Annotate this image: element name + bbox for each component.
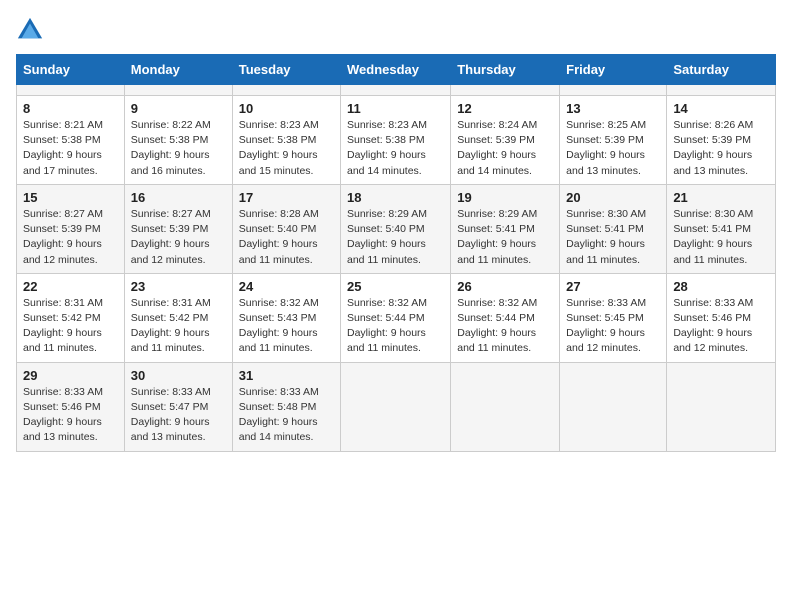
- calendar-cell: 15 Sunrise: 8:27 AMSunset: 5:39 PMDayligh…: [17, 184, 125, 273]
- day-info: Sunrise: 8:32 AMSunset: 5:44 PMDaylight:…: [347, 296, 444, 357]
- day-number: 26: [457, 279, 553, 294]
- calendar-cell: [560, 85, 667, 96]
- day-number: 23: [131, 279, 226, 294]
- day-info: Sunrise: 8:30 AMSunset: 5:41 PMDaylight:…: [673, 207, 769, 268]
- day-number: 15: [23, 190, 118, 205]
- day-info: Sunrise: 8:27 AMSunset: 5:39 PMDaylight:…: [131, 207, 226, 268]
- weekday-header-sunday: Sunday: [17, 55, 125, 85]
- day-info: Sunrise: 8:24 AMSunset: 5:39 PMDaylight:…: [457, 118, 553, 179]
- calendar-cell: 8 Sunrise: 8:21 AMSunset: 5:38 PMDaylight…: [17, 96, 125, 185]
- day-info: Sunrise: 8:21 AMSunset: 5:38 PMDaylight:…: [23, 118, 118, 179]
- day-number: 13: [566, 101, 660, 116]
- calendar-cell: [667, 362, 776, 451]
- calendar-cell: 11 Sunrise: 8:23 AMSunset: 5:38 PMDayligh…: [341, 96, 451, 185]
- calendar-cell: 16 Sunrise: 8:27 AMSunset: 5:39 PMDayligh…: [124, 184, 232, 273]
- day-info: Sunrise: 8:25 AMSunset: 5:39 PMDaylight:…: [566, 118, 660, 179]
- calendar-cell: 29 Sunrise: 8:33 AMSunset: 5:46 PMDayligh…: [17, 362, 125, 451]
- day-info: Sunrise: 8:33 AMSunset: 5:45 PMDaylight:…: [566, 296, 660, 357]
- day-info: Sunrise: 8:30 AMSunset: 5:41 PMDaylight:…: [566, 207, 660, 268]
- calendar-cell: [17, 85, 125, 96]
- day-info: Sunrise: 8:26 AMSunset: 5:39 PMDaylight:…: [673, 118, 769, 179]
- day-number: 31: [239, 368, 334, 383]
- calendar-cell: 25 Sunrise: 8:32 AMSunset: 5:44 PMDayligh…: [341, 273, 451, 362]
- calendar-table: SundayMondayTuesdayWednesdayThursdayFrid…: [16, 54, 776, 452]
- day-number: 24: [239, 279, 334, 294]
- day-info: Sunrise: 8:31 AMSunset: 5:42 PMDaylight:…: [23, 296, 118, 357]
- calendar-cell: [124, 85, 232, 96]
- calendar-cell: 14 Sunrise: 8:26 AMSunset: 5:39 PMDayligh…: [667, 96, 776, 185]
- day-number: 28: [673, 279, 769, 294]
- day-info: Sunrise: 8:29 AMSunset: 5:40 PMDaylight:…: [347, 207, 444, 268]
- calendar-cell: 24 Sunrise: 8:32 AMSunset: 5:43 PMDayligh…: [232, 273, 340, 362]
- day-number: 9: [131, 101, 226, 116]
- day-number: 17: [239, 190, 334, 205]
- calendar-cell: [232, 85, 340, 96]
- day-number: 30: [131, 368, 226, 383]
- calendar-cell: 22 Sunrise: 8:31 AMSunset: 5:42 PMDayligh…: [17, 273, 125, 362]
- day-info: Sunrise: 8:23 AMSunset: 5:38 PMDaylight:…: [347, 118, 444, 179]
- calendar-cell: 20 Sunrise: 8:30 AMSunset: 5:41 PMDayligh…: [560, 184, 667, 273]
- calendar-cell: [667, 85, 776, 96]
- day-number: 25: [347, 279, 444, 294]
- calendar-cell: 21 Sunrise: 8:30 AMSunset: 5:41 PMDayligh…: [667, 184, 776, 273]
- day-info: Sunrise: 8:31 AMSunset: 5:42 PMDaylight:…: [131, 296, 226, 357]
- day-info: Sunrise: 8:27 AMSunset: 5:39 PMDaylight:…: [23, 207, 118, 268]
- day-info: Sunrise: 8:33 AMSunset: 5:48 PMDaylight:…: [239, 385, 334, 446]
- calendar-cell: 9 Sunrise: 8:22 AMSunset: 5:38 PMDaylight…: [124, 96, 232, 185]
- calendar-cell: [451, 362, 560, 451]
- day-number: 12: [457, 101, 553, 116]
- day-info: Sunrise: 8:33 AMSunset: 5:46 PMDaylight:…: [23, 385, 118, 446]
- day-info: Sunrise: 8:29 AMSunset: 5:41 PMDaylight:…: [457, 207, 553, 268]
- page-header: [16, 16, 776, 44]
- calendar-cell: 26 Sunrise: 8:32 AMSunset: 5:44 PMDayligh…: [451, 273, 560, 362]
- day-info: Sunrise: 8:23 AMSunset: 5:38 PMDaylight:…: [239, 118, 334, 179]
- calendar-cell: 13 Sunrise: 8:25 AMSunset: 5:39 PMDayligh…: [560, 96, 667, 185]
- weekday-header-monday: Monday: [124, 55, 232, 85]
- calendar-cell: [341, 85, 451, 96]
- day-info: Sunrise: 8:33 AMSunset: 5:47 PMDaylight:…: [131, 385, 226, 446]
- calendar-cell: 27 Sunrise: 8:33 AMSunset: 5:45 PMDayligh…: [560, 273, 667, 362]
- calendar-cell: [451, 85, 560, 96]
- day-number: 10: [239, 101, 334, 116]
- logo-icon: [16, 16, 44, 44]
- day-number: 27: [566, 279, 660, 294]
- day-number: 21: [673, 190, 769, 205]
- calendar-cell: 18 Sunrise: 8:29 AMSunset: 5:40 PMDayligh…: [341, 184, 451, 273]
- day-info: Sunrise: 8:22 AMSunset: 5:38 PMDaylight:…: [131, 118, 226, 179]
- day-number: 22: [23, 279, 118, 294]
- weekday-header-wednesday: Wednesday: [341, 55, 451, 85]
- day-info: Sunrise: 8:32 AMSunset: 5:43 PMDaylight:…: [239, 296, 334, 357]
- day-info: Sunrise: 8:33 AMSunset: 5:46 PMDaylight:…: [673, 296, 769, 357]
- day-number: 14: [673, 101, 769, 116]
- calendar-cell: 30 Sunrise: 8:33 AMSunset: 5:47 PMDayligh…: [124, 362, 232, 451]
- calendar-cell: [560, 362, 667, 451]
- calendar-cell: 19 Sunrise: 8:29 AMSunset: 5:41 PMDayligh…: [451, 184, 560, 273]
- calendar-cell: 17 Sunrise: 8:28 AMSunset: 5:40 PMDayligh…: [232, 184, 340, 273]
- day-number: 8: [23, 101, 118, 116]
- calendar-cell: 31 Sunrise: 8:33 AMSunset: 5:48 PMDayligh…: [232, 362, 340, 451]
- calendar-cell: [341, 362, 451, 451]
- weekday-header-friday: Friday: [560, 55, 667, 85]
- day-number: 16: [131, 190, 226, 205]
- day-number: 19: [457, 190, 553, 205]
- logo: [16, 16, 48, 44]
- day-number: 18: [347, 190, 444, 205]
- calendar-cell: 12 Sunrise: 8:24 AMSunset: 5:39 PMDayligh…: [451, 96, 560, 185]
- day-info: Sunrise: 8:28 AMSunset: 5:40 PMDaylight:…: [239, 207, 334, 268]
- day-info: Sunrise: 8:32 AMSunset: 5:44 PMDaylight:…: [457, 296, 553, 357]
- day-number: 11: [347, 101, 444, 116]
- day-number: 29: [23, 368, 118, 383]
- weekday-header-thursday: Thursday: [451, 55, 560, 85]
- weekday-header-tuesday: Tuesday: [232, 55, 340, 85]
- calendar-cell: 23 Sunrise: 8:31 AMSunset: 5:42 PMDayligh…: [124, 273, 232, 362]
- day-number: 20: [566, 190, 660, 205]
- weekday-header-saturday: Saturday: [667, 55, 776, 85]
- calendar-cell: 28 Sunrise: 8:33 AMSunset: 5:46 PMDayligh…: [667, 273, 776, 362]
- calendar-cell: 10 Sunrise: 8:23 AMSunset: 5:38 PMDayligh…: [232, 96, 340, 185]
